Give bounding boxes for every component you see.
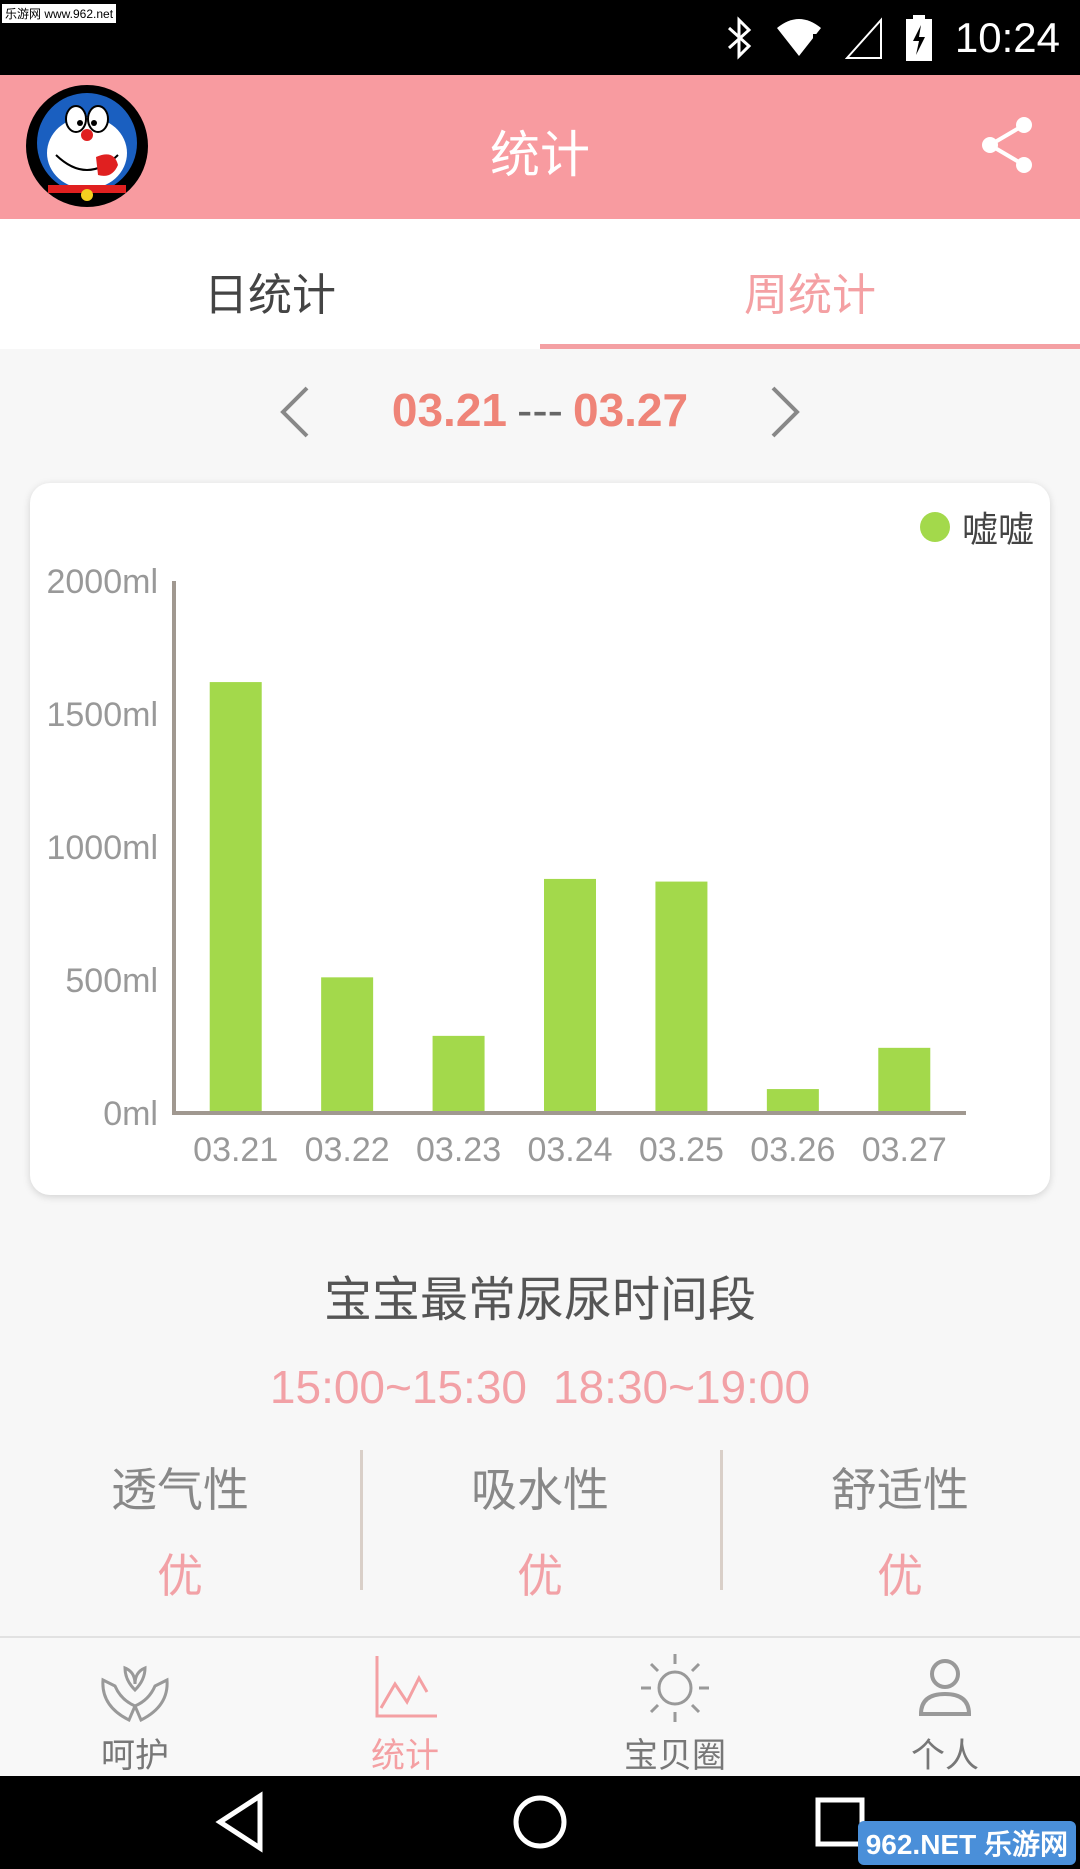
bar[interactable] xyxy=(432,1035,485,1111)
nav-label: 个人 xyxy=(911,1736,979,1776)
nav-profile[interactable]: 个人 xyxy=(810,1638,1080,1776)
nav-label: 统计 xyxy=(371,1736,439,1776)
x-tick-label: 03.24 xyxy=(527,1131,612,1169)
time-range: 15:00~15:30 xyxy=(269,1361,527,1413)
bar[interactable] xyxy=(321,977,374,1111)
metric-breathability: 透气性 优 xyxy=(0,1450,360,1603)
metric-comfort: 舒适性 优 xyxy=(720,1450,1080,1603)
bar-chart: 0ml 500ml 1000ml 1500ml 2000ml 03.21 03.22 03.2… xyxy=(46,563,966,1169)
nav-label: 宝贝圈 xyxy=(624,1736,726,1776)
care-hands-icon xyxy=(101,1665,169,1723)
x-tick-label: 03.23 xyxy=(416,1131,501,1169)
metric-label: 舒适性 xyxy=(831,1463,969,1517)
tab-daily[interactable]: 日统计 xyxy=(0,219,540,349)
y-tick-label: 1000ml xyxy=(46,829,158,867)
nav-care[interactable]: 呵护 xyxy=(0,1638,270,1776)
chevron-left-icon[interactable] xyxy=(275,382,315,442)
x-tick-label: 03.21 xyxy=(193,1131,278,1169)
clock: 10:24 xyxy=(954,14,1060,61)
bar[interactable] xyxy=(878,1047,931,1111)
sun-icon xyxy=(641,1654,709,1722)
share-icon[interactable] xyxy=(976,113,1040,177)
signal-icon xyxy=(844,17,882,59)
chart-card: 嘘嘘 0ml 500ml 1000ml 1500ml 2000ml 03.21 03.22 0… xyxy=(30,483,1050,1195)
bar[interactable] xyxy=(544,878,596,1111)
metric-value: 优 xyxy=(877,1549,923,1603)
peak-time-ranges: 15:00~15:30 18:30~19:00 xyxy=(0,1360,1080,1414)
nav-stats[interactable]: 统计 xyxy=(270,1638,540,1776)
y-tick-label: 500ml xyxy=(65,962,158,1000)
peak-time-title: 宝宝最常尿尿时间段 xyxy=(323,1272,756,1328)
chevron-right-icon[interactable] xyxy=(765,382,805,442)
week-separator: --- xyxy=(517,384,563,436)
x-tick-label: 03.26 xyxy=(750,1131,835,1169)
time-range: 18:30~19:00 xyxy=(553,1361,811,1413)
bar[interactable] xyxy=(655,881,708,1111)
battery-charging-icon xyxy=(905,15,932,61)
person-icon xyxy=(918,1659,972,1716)
week-end: 03.27 xyxy=(572,384,689,436)
metric-label: 透气性 xyxy=(111,1463,249,1517)
bar[interactable] xyxy=(766,1089,819,1111)
diaper-metrics: 透气性 优 吸水性 优 舒适性 优 xyxy=(0,1450,1080,1603)
nav-baby-circle[interactable]: 宝贝圈 xyxy=(540,1638,810,1776)
x-tick-label: 03.27 xyxy=(862,1131,947,1169)
tab-weekly[interactable]: 周统计 xyxy=(540,219,1080,349)
watermark: 乐游网 www.962.net xyxy=(2,4,117,23)
y-tick-label: 1500ml xyxy=(46,696,158,734)
page-title: 统计 xyxy=(490,126,590,184)
chart-icon xyxy=(375,1656,437,1718)
stats-tabs: 日统计 周统计 xyxy=(0,219,1080,349)
x-tick-label: 03.22 xyxy=(305,1131,390,1169)
bluetooth-icon xyxy=(727,16,752,60)
bar[interactable] xyxy=(209,682,262,1111)
home-icon[interactable] xyxy=(510,1790,570,1854)
metric-absorbency: 吸水性 优 xyxy=(360,1450,720,1603)
y-tick-label: 2000ml xyxy=(46,563,158,601)
week-start: 03.21 xyxy=(391,384,508,436)
week-navigator: 03.21 --- 03.27 xyxy=(0,370,1080,450)
watermark: 962.NET 乐游网 xyxy=(857,1821,1076,1865)
metric-value: 优 xyxy=(517,1549,563,1603)
metric-label: 吸水性 xyxy=(471,1463,609,1517)
app-bar: 统计 xyxy=(0,75,1080,219)
x-tick-label: 03.25 xyxy=(639,1131,724,1169)
y-tick-label: 0ml xyxy=(103,1095,158,1133)
nav-label: 呵护 xyxy=(101,1736,169,1776)
status-bar: 乐游网 www.962.net 10:24 xyxy=(0,0,1080,75)
week-range: 03.21 --- 03.27 xyxy=(392,383,688,437)
metric-value: 优 xyxy=(157,1549,203,1603)
back-icon[interactable] xyxy=(212,1790,272,1854)
system-nav-bar: 962.NET 乐游网 xyxy=(0,1776,1080,1869)
wifi-icon xyxy=(776,19,821,56)
bottom-nav: 呵护 统计 宝贝圈 个人 xyxy=(0,1636,1080,1776)
